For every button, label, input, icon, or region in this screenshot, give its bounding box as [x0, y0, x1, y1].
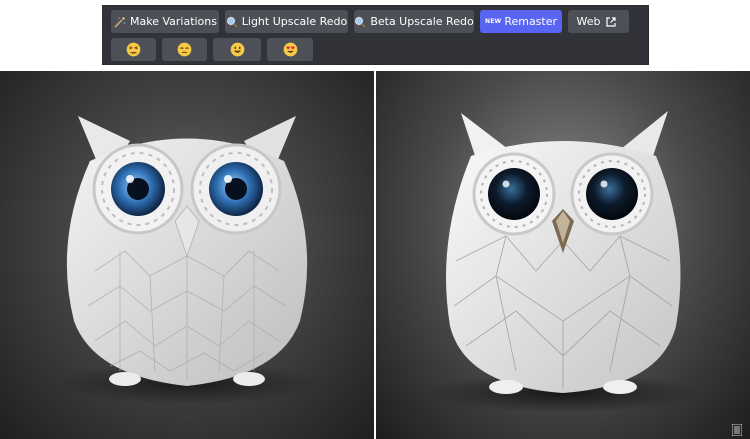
reaction-button-heart-eyes[interactable] — [267, 38, 313, 61]
image-grid — [0, 71, 750, 439]
light-upscale-redo-button[interactable]: Light Upscale Redo — [225, 10, 348, 33]
new-badge: NEW — [484, 18, 502, 25]
remaster-button[interactable]: NEW Remaster — [480, 10, 562, 33]
external-link-icon — [606, 16, 617, 27]
persevering-face-icon — [124, 42, 144, 57]
magic-wand-icon — [113, 16, 126, 28]
make-variations-label: Make Variations — [129, 15, 217, 28]
watermark-logo — [731, 421, 743, 437]
smiling-face-icon — [227, 42, 247, 57]
generated-image-left[interactable] — [0, 71, 374, 439]
beta-upscale-redo-label: Beta Upscale Redo — [370, 15, 474, 28]
remaster-label: Remaster — [504, 15, 558, 28]
generated-image-right[interactable] — [376, 71, 750, 439]
heart-eyes-icon — [280, 42, 300, 57]
magnifier-icon — [354, 16, 366, 28]
owl-illustration-blue-eyes — [57, 116, 317, 405]
reaction-button-smile[interactable] — [213, 38, 261, 61]
reaction-button-unamused[interactable] — [162, 38, 207, 61]
magnifier-icon — [226, 16, 238, 28]
web-label: Web — [576, 15, 601, 28]
action-toolbar: Make Variations Light Upscale Redo Beta … — [102, 5, 649, 65]
beta-upscale-redo-button[interactable]: Beta Upscale Redo — [354, 10, 474, 33]
unamused-face-icon — [175, 42, 195, 57]
make-variations-button[interactable]: Make Variations — [111, 10, 219, 33]
owl-illustration-dark-eyes — [428, 111, 698, 413]
light-upscale-redo-label: Light Upscale Redo — [241, 15, 348, 28]
reaction-button-persevering[interactable] — [111, 38, 156, 61]
web-link-button[interactable]: Web — [568, 10, 629, 33]
